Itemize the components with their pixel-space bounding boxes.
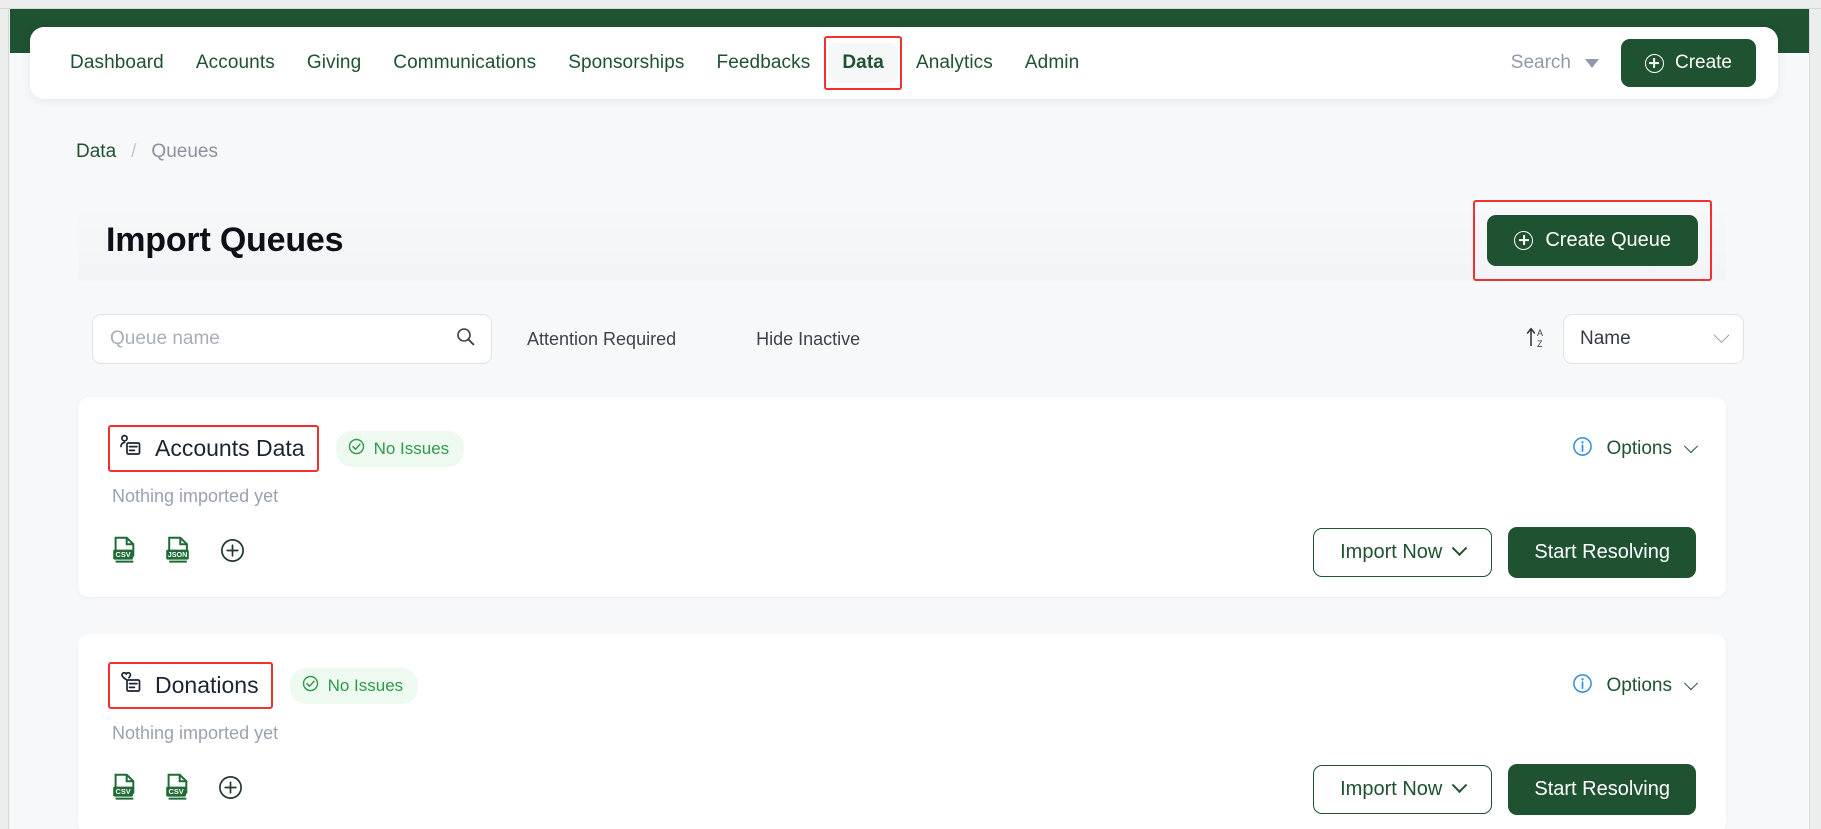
- nav-item-sponsorships[interactable]: Sponsorships: [554, 43, 698, 83]
- add-source-icon[interactable]: [218, 775, 243, 805]
- global-search-trigger[interactable]: Search: [1511, 52, 1599, 74]
- check-circle-icon: [302, 675, 319, 697]
- queue-card-actions: Import Now Start Resolving: [1313, 764, 1696, 815]
- queue-card-footer: CSV CSV Import Now Start Resolving: [108, 764, 1696, 815]
- queue-search-field[interactable]: [92, 314, 492, 364]
- top-navigation-bar: Dashboard Accounts Giving Communications…: [30, 27, 1778, 99]
- queue-card-header: Donations No Issues Options: [108, 662, 1699, 709]
- breadcrumb-item-data[interactable]: Data: [76, 141, 116, 163]
- page-header: Import Queues Create Queue: [78, 199, 1726, 281]
- info-icon[interactable]: [1572, 673, 1593, 699]
- sort-controls: A Z Name: [1526, 314, 1744, 364]
- queue-card: Accounts Data No Issues Options Nothing …: [78, 397, 1726, 597]
- nav-item-admin[interactable]: Admin: [1011, 43, 1093, 83]
- queue-link-accounts-data[interactable]: Accounts Data: [108, 425, 319, 472]
- filter-hide-inactive[interactable]: Hide Inactive: [756, 329, 860, 350]
- queue-link-donations[interactable]: Donations: [108, 662, 273, 709]
- heart-card-icon: [118, 671, 142, 700]
- app-viewport: Dashboard Accounts Giving Communications…: [10, 9, 1809, 829]
- nav-item-feedbacks[interactable]: Feedbacks: [703, 43, 825, 83]
- nav-item-dashboard[interactable]: Dashboard: [56, 43, 178, 83]
- chevron-down-icon: [1584, 58, 1599, 68]
- svg-text:Z: Z: [1537, 339, 1543, 349]
- breadcrumb-item-queues: Queues: [151, 141, 218, 162]
- import-now-button[interactable]: Import Now: [1313, 528, 1493, 577]
- global-search-label: Search: [1510, 52, 1571, 73]
- import-now-button[interactable]: Import Now: [1313, 765, 1493, 814]
- nav-item-data[interactable]: Data: [824, 36, 902, 90]
- page-title: Import Queues: [106, 220, 344, 259]
- queue-options-toggle[interactable]: Options: [1572, 436, 1699, 462]
- search-icon[interactable]: [456, 327, 475, 351]
- sort-select-value: Name: [1580, 328, 1631, 349]
- create-queue-label: Create Queue: [1545, 228, 1671, 251]
- queue-options-label: Options: [1606, 674, 1672, 696]
- nav-item-communications[interactable]: Communications: [379, 43, 550, 83]
- status-badge: No Issues: [289, 667, 419, 704]
- svg-text:A: A: [1537, 328, 1543, 338]
- status-badge: No Issues: [335, 430, 465, 467]
- queue-card: Donations No Issues Options Nothing impo…: [78, 634, 1726, 829]
- svg-text:CSV: CSV: [115, 787, 130, 796]
- window-right-edge: [1809, 9, 1821, 829]
- queue-empty-state-text: Nothing imported yet: [112, 486, 279, 506]
- status-badge-label: No Issues: [373, 438, 450, 458]
- svg-text:CSV: CSV: [115, 550, 130, 559]
- chevron-down-icon: [1713, 326, 1730, 343]
- status-badge-label: No Issues: [327, 675, 404, 695]
- create-queue-button[interactable]: Create Queue: [1487, 214, 1698, 266]
- breadcrumb-separator: /: [131, 141, 137, 162]
- queue-options-label: Options: [1606, 437, 1672, 459]
- plus-circle-icon: [1644, 53, 1664, 73]
- queue-options-toggle[interactable]: Options: [1572, 673, 1699, 699]
- csv-file-icon[interactable]: CSV: [165, 773, 192, 807]
- queue-name: Accounts Data: [155, 435, 305, 461]
- filter-attention-required[interactable]: Attention Required: [527, 329, 676, 350]
- queue-card-footer: CSV JSON Import Now Start Resolving: [108, 527, 1696, 578]
- svg-text:CSV: CSV: [168, 787, 183, 796]
- queue-source-list: CSV JSON: [112, 536, 245, 570]
- chevron-down-icon: [1683, 438, 1699, 453]
- start-resolving-button[interactable]: Start Resolving: [1508, 527, 1696, 578]
- queue-card-actions: Import Now Start Resolving: [1313, 527, 1696, 578]
- browser-window: Dashboard Accounts Giving Communications…: [0, 0, 1821, 829]
- chevron-down-icon: [1452, 777, 1468, 794]
- csv-file-icon[interactable]: CSV: [112, 773, 139, 807]
- queue-empty-state-text: Nothing imported yet: [112, 723, 279, 743]
- import-now-label: Import Now: [1340, 541, 1443, 563]
- sort-ascending-az-icon[interactable]: A Z: [1526, 325, 1548, 354]
- svg-text:JSON: JSON: [168, 550, 188, 559]
- chevron-down-icon: [1452, 540, 1468, 557]
- csv-file-icon[interactable]: CSV: [112, 536, 139, 570]
- account-card-icon: [118, 434, 142, 463]
- nav-item-analytics[interactable]: Analytics: [902, 43, 1007, 83]
- check-circle-icon: [348, 438, 365, 460]
- chevron-down-icon: [1683, 675, 1699, 690]
- add-source-icon[interactable]: [220, 538, 245, 568]
- primary-nav: Dashboard Accounts Giving Communications…: [56, 36, 1093, 90]
- import-now-label: Import Now: [1340, 778, 1443, 800]
- nav-item-accounts[interactable]: Accounts: [182, 43, 289, 83]
- queue-source-list: CSV CSV: [112, 773, 243, 807]
- window-top-edge: [0, 0, 1821, 9]
- search-input[interactable]: [110, 328, 445, 350]
- create-queue-annotation: Create Queue: [1473, 199, 1712, 281]
- create-button-label: Create: [1674, 52, 1732, 73]
- breadcrumb: Data / Queues: [76, 141, 218, 163]
- queue-card-header: Accounts Data No Issues Options: [108, 425, 1699, 472]
- plus-circle-icon: [1514, 230, 1534, 250]
- window-left-edge: [0, 9, 9, 829]
- nav-right-actions: Search Create: [1511, 39, 1756, 87]
- json-file-icon[interactable]: JSON: [165, 536, 194, 570]
- nav-item-giving[interactable]: Giving: [293, 43, 375, 83]
- queue-name: Donations: [155, 672, 259, 698]
- filter-bar: Attention Required Hide Inactive A Z Nam…: [92, 314, 1744, 364]
- sort-select[interactable]: Name: [1563, 314, 1744, 364]
- info-icon[interactable]: [1572, 436, 1593, 462]
- start-resolving-button[interactable]: Start Resolving: [1508, 764, 1696, 815]
- create-button[interactable]: Create: [1620, 39, 1756, 87]
